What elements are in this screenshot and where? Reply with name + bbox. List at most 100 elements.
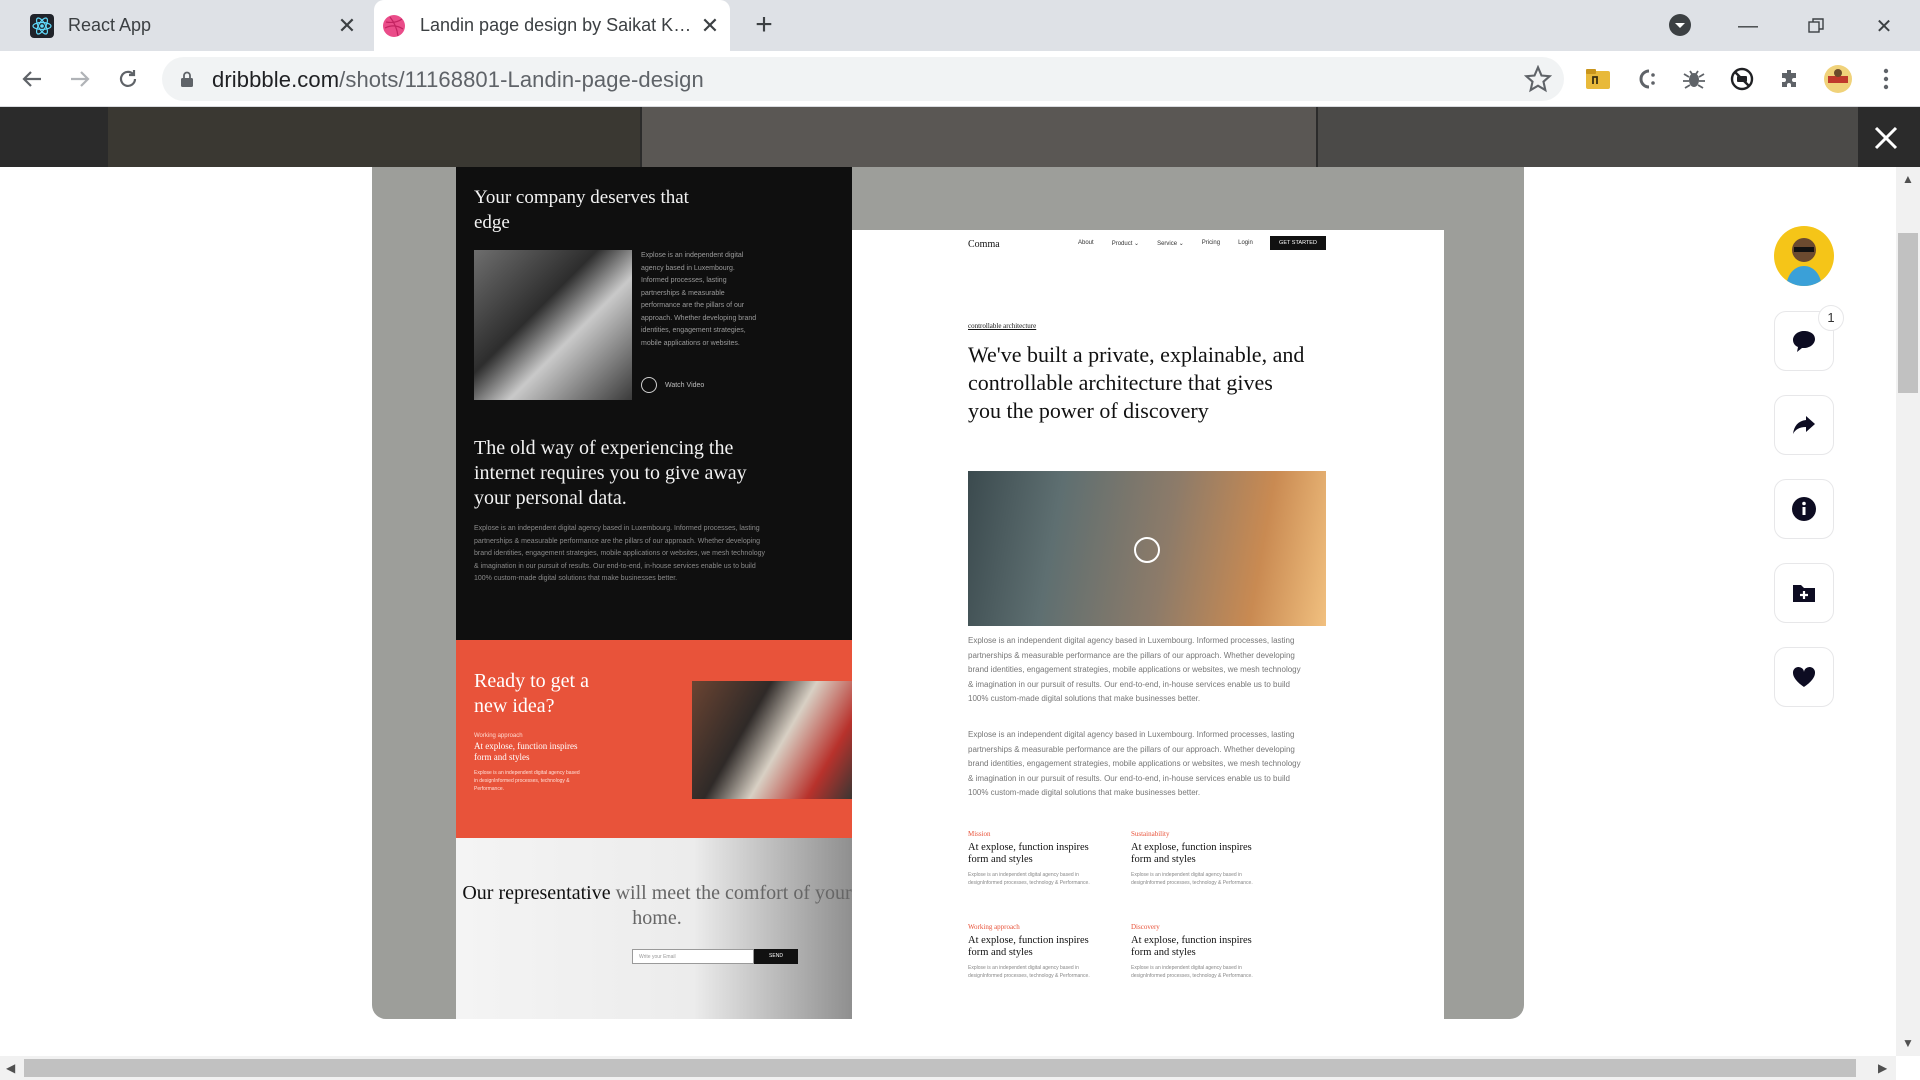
share-icon bbox=[1793, 416, 1815, 434]
restore-icon[interactable] bbox=[1796, 6, 1836, 46]
tab-title: Landin page design by Saikat Kumar bbox=[420, 15, 698, 35]
feature-text: Explose is an independent digital agency… bbox=[1131, 872, 1253, 886]
design-photo-book bbox=[692, 681, 852, 799]
back-button[interactable] bbox=[14, 61, 50, 97]
vertical-scrollbar-thumb[interactable] bbox=[1898, 233, 1918, 393]
design-feature: Sustainability At explose, function insp… bbox=[1131, 830, 1261, 887]
forward-arrow-icon bbox=[71, 71, 90, 87]
contact-heading-soft: will meet the comfort of your home. bbox=[615, 882, 852, 929]
feature-title: At explose, function inspires form and s… bbox=[1131, 842, 1252, 865]
horizontal-scrollbar-thumb[interactable] bbox=[24, 1059, 1856, 1077]
design-nav-item: Pricing bbox=[1201, 240, 1221, 246]
design-nav-item: Product ⌄ bbox=[1111, 241, 1140, 247]
new-tab-button[interactable]: + bbox=[748, 10, 780, 42]
play-icon bbox=[641, 377, 657, 393]
feature-title: At explose, function inspires form and s… bbox=[1131, 935, 1252, 958]
profile-avatar[interactable] bbox=[1822, 63, 1854, 95]
design-nav-item: About bbox=[1078, 240, 1094, 246]
url-domain: dribbble.com bbox=[212, 67, 340, 92]
comment-count-badge: 1 bbox=[1818, 305, 1844, 331]
scroll-down-arrow-icon[interactable]: ▼ bbox=[1902, 1036, 1914, 1050]
shot-modal: Your company deserves that edge Explose … bbox=[0, 167, 1896, 1057]
minimize-icon[interactable]: — bbox=[1728, 6, 1768, 46]
design-cta-label: Working approach bbox=[474, 733, 523, 739]
add-to-collection-icon bbox=[1793, 585, 1815, 602]
comment-icon bbox=[1793, 331, 1815, 352]
design-kicker: controllable architecture bbox=[968, 322, 1037, 330]
design-heading-2: The old way of experiencing the internet… bbox=[474, 437, 747, 509]
forward-button[interactable] bbox=[62, 61, 98, 97]
feature-text: Explose is an independent digital agency… bbox=[968, 965, 1090, 979]
url-path: /shots/11168801-Landin-page-design bbox=[339, 67, 704, 92]
dribbble-icon bbox=[383, 14, 405, 37]
background-shot-thumbnail bbox=[108, 107, 640, 167]
design-cta-subheading: At explose, function inspires form and s… bbox=[474, 741, 578, 762]
design-side-text: Explose is an independent digital agency… bbox=[641, 252, 757, 347]
heart-icon bbox=[1792, 666, 1816, 687]
share-button[interactable] bbox=[1774, 395, 1834, 455]
browser-menu-icon[interactable] bbox=[1870, 63, 1902, 95]
extension-bug-icon[interactable] bbox=[1678, 63, 1710, 95]
reload-icon bbox=[119, 70, 137, 87]
design-headline: We've built a private, explainable, and … bbox=[968, 342, 1305, 423]
background-shot-thumbnail bbox=[1318, 107, 1858, 167]
lock-icon[interactable] bbox=[180, 71, 194, 87]
design-nav-item: Login bbox=[1238, 240, 1253, 246]
design-nav: About Product ⌄ Service ⌄ Pricing Login bbox=[1078, 240, 1253, 247]
design-paragraph: Explose is an independent digital agency… bbox=[474, 525, 766, 582]
design-feature: Discovery At explose, function inspires … bbox=[1131, 923, 1261, 980]
bookmark-star-icon[interactable] bbox=[1524, 65, 1552, 93]
shot-image: Your company deserves that edge Explose … bbox=[372, 167, 1524, 1019]
feature-text: Explose is an independent digital agency… bbox=[1131, 965, 1253, 979]
design-heading: Your company deserves that edge bbox=[474, 187, 689, 233]
background-shot-thumbnail bbox=[642, 107, 1316, 167]
reload-button[interactable] bbox=[110, 61, 146, 97]
feature-title: At explose, function inspires form and s… bbox=[968, 935, 1089, 958]
design-logo: Comma bbox=[968, 239, 1000, 250]
info-icon bbox=[1792, 497, 1816, 521]
tab-strip: React App ✕ Landin page design by Saikat… bbox=[0, 0, 1920, 51]
feature-text: Explose is an independent digital agency… bbox=[968, 872, 1090, 886]
tab-dribbble-shot[interactable]: Landin page design by Saikat Kumar ✕ bbox=[374, 0, 730, 51]
scroll-up-arrow-icon[interactable]: ▲ bbox=[1902, 172, 1914, 186]
like-button[interactable] bbox=[1774, 647, 1834, 707]
add-to-collection-button[interactable] bbox=[1774, 563, 1834, 623]
design-photo-team bbox=[474, 250, 632, 400]
tab-title: React App bbox=[68, 15, 152, 35]
shot-details-button[interactable] bbox=[1774, 479, 1834, 539]
design-contact-heading: Our representative will meet the comfort… bbox=[462, 881, 852, 931]
extensions-puzzle-icon[interactable] bbox=[1774, 63, 1806, 95]
url-text[interactable]: dribbble.com/shots/11168801-Landin-page-… bbox=[212, 67, 704, 93]
close-modal-icon[interactable] bbox=[1872, 124, 1900, 152]
design-watch-video: Watch Video bbox=[641, 377, 704, 393]
watch-video-label: Watch Video bbox=[665, 381, 705, 389]
extension-c-icon[interactable] bbox=[1630, 63, 1662, 95]
close-tab-icon[interactable]: ✕ bbox=[698, 13, 722, 38]
react-icon bbox=[30, 13, 54, 38]
contact-heading-strong: Our representative bbox=[462, 882, 611, 904]
close-window-icon[interactable]: ✕ bbox=[1864, 6, 1904, 46]
dimmed-page-background bbox=[0, 107, 1920, 167]
scroll-left-arrow-icon[interactable]: ◀ bbox=[6, 1061, 15, 1075]
design-body-paragraph: Explose is an independent digital agency… bbox=[968, 636, 1301, 703]
tab-search-icon[interactable] bbox=[1668, 13, 1692, 37]
design-cta-heading: Ready to get a new idea? bbox=[474, 670, 589, 717]
design-cta-text: Explose is an independent digital agency… bbox=[474, 770, 580, 792]
scroll-right-arrow-icon[interactable]: ▶ bbox=[1878, 1061, 1887, 1075]
design-body-paragraph: Explose is an independent digital agency… bbox=[968, 730, 1301, 797]
browser-toolbar: dribbble.com/shots/11168801-Landin-page-… bbox=[0, 51, 1920, 107]
close-tab-icon[interactable]: ✕ bbox=[335, 13, 359, 38]
play-icon bbox=[1134, 537, 1160, 563]
design-feature: Working approach At explose, function in… bbox=[968, 923, 1098, 980]
feature-label: Sustainability bbox=[1131, 830, 1170, 838]
extension-folder-icon[interactable] bbox=[1582, 63, 1614, 95]
feature-label: Mission bbox=[968, 830, 991, 838]
tab-react-app[interactable]: React App ✕ bbox=[22, 0, 367, 51]
designer-avatar[interactable] bbox=[1774, 226, 1834, 286]
address-bar[interactable]: dribbble.com/shots/11168801-Landin-page-… bbox=[162, 57, 1564, 101]
design-send-button: SEND bbox=[754, 949, 798, 964]
extension-blocker-icon[interactable] bbox=[1726, 63, 1758, 95]
feature-label: Discovery bbox=[1131, 923, 1160, 931]
design-feature: Mission At explose, function inspires fo… bbox=[968, 830, 1098, 887]
feature-title: At explose, function inspires form and s… bbox=[968, 842, 1089, 865]
